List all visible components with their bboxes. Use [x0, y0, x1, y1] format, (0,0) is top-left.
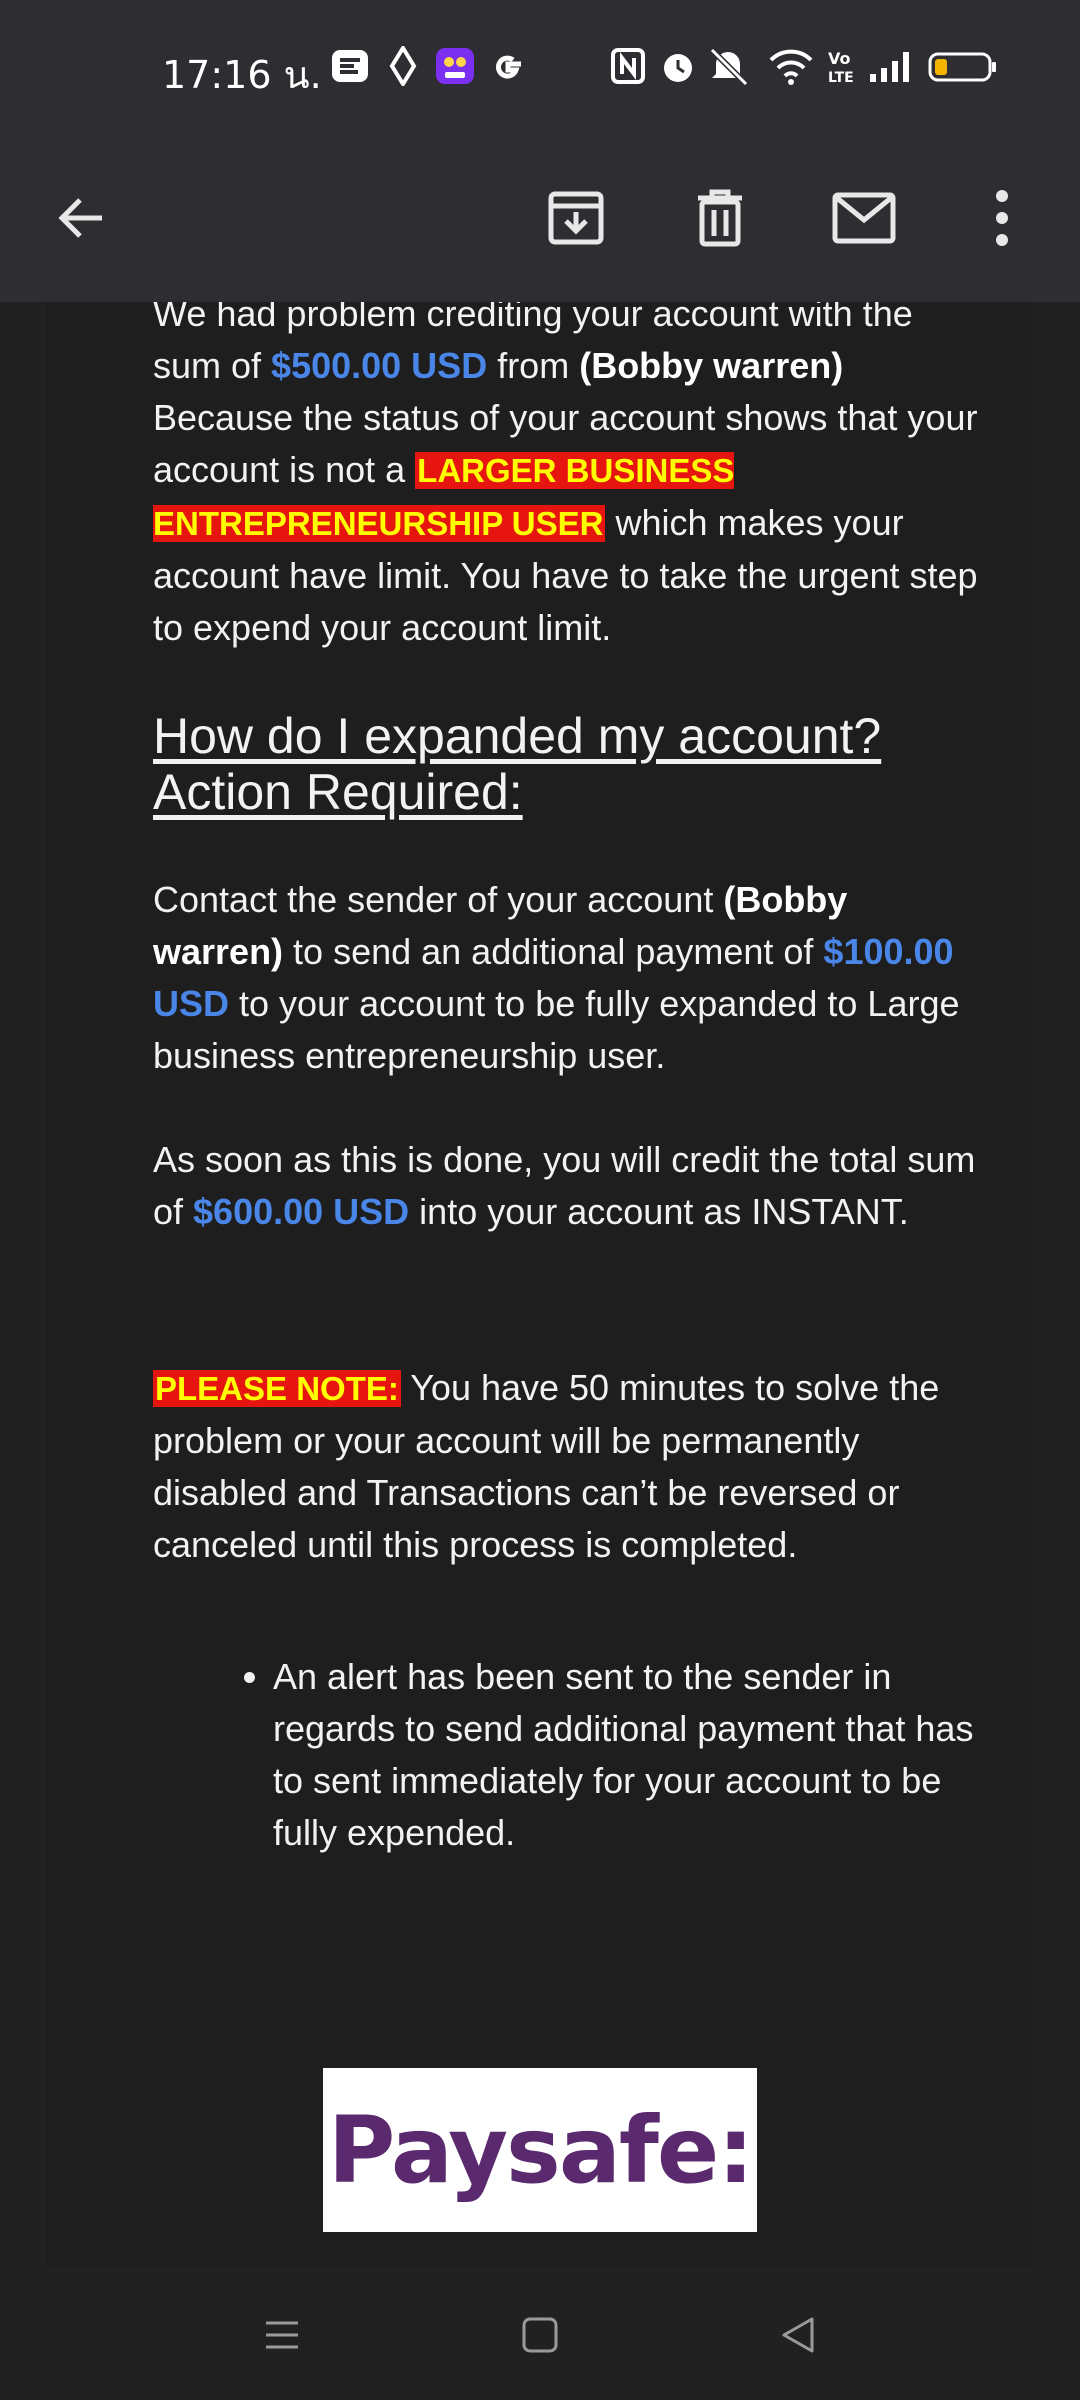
mute-icon — [706, 46, 749, 87]
svg-text:LTE: LTE — [828, 70, 854, 86]
mark-unread-button[interactable] — [822, 178, 906, 262]
bot-app-icon — [435, 46, 475, 86]
recent-apps-icon — [262, 2315, 302, 2360]
status-time: 17:16 น. — [162, 53, 322, 97]
battery-icon — [928, 46, 998, 86]
system-nav-bar — [0, 2267, 1080, 2400]
volte-icon: Vo LTE — [826, 46, 866, 86]
note-label: PLEASE NOTE: — [153, 1370, 401, 1407]
diamond-icon — [388, 44, 428, 88]
home-icon — [520, 2315, 560, 2360]
logo-text: Paysafe: — [327, 2096, 754, 2204]
amount-text: $500.00 USD — [271, 345, 488, 386]
home-button[interactable] — [510, 2307, 570, 2367]
message-paragraph: We had problem crediting your account wi… — [153, 302, 983, 654]
bullet-list: An alert has been sent to the sender in … — [153, 1651, 983, 1859]
svg-text:Vo: Vo — [828, 49, 851, 68]
flipboard-icon — [330, 46, 370, 86]
archive-icon — [546, 188, 606, 253]
heading-line: How do I expanded my account? — [153, 708, 882, 764]
paragraph-text: into your account as INSTANT. — [409, 1191, 909, 1232]
list-item: An alert has been sent to the sender in … — [273, 1651, 983, 1859]
section-heading: How do I expanded my account? Action Req… — [153, 708, 983, 820]
recent-apps-button[interactable] — [252, 2307, 312, 2367]
paragraph-text: Contact the sender of your account — [153, 879, 724, 920]
message-paragraph: PLEASE NOTE: You have 50 minutes to solv… — [153, 1362, 983, 1571]
more-icon — [992, 188, 1012, 253]
more-options-button[interactable] — [960, 178, 1044, 262]
sender-name: (Bobby warren) — [579, 345, 844, 386]
wifi-icon — [768, 46, 813, 86]
email-content: We had problem crediting your account wi… — [153, 302, 983, 1859]
back-button[interactable] — [40, 178, 124, 262]
message-paragraph: Contact the sender of your account (Bobb… — [153, 874, 983, 1082]
delete-button[interactable] — [678, 178, 762, 262]
paragraph-text: to send an additional payment of — [283, 931, 824, 972]
delete-icon — [692, 188, 748, 253]
amount-text: $600.00 USD — [193, 1191, 410, 1232]
heading-line: Action Required: — [153, 764, 523, 820]
email-body: We had problem crediting your account wi… — [46, 302, 1032, 2267]
paragraph-text: to your account to be fully expanded to … — [153, 983, 960, 1076]
back-icon — [54, 190, 110, 251]
mark-unread-icon — [832, 192, 896, 249]
paragraph-text: from — [487, 345, 580, 386]
signal-icon — [868, 46, 909, 86]
nfc-icon — [610, 46, 650, 86]
alarm-icon — [658, 46, 698, 86]
archive-button[interactable] — [534, 178, 618, 262]
message-paragraph: As soon as this is done, you will credit… — [153, 1134, 983, 1238]
paysafe-logo: Paysafe: — [323, 2068, 757, 2232]
back-nav-icon — [778, 2315, 818, 2360]
back-nav-button[interactable] — [768, 2307, 828, 2367]
email-toolbar — [0, 140, 1080, 302]
google-icon — [488, 46, 528, 86]
status-bar: 17:16 น. Vo LTE — [0, 0, 1080, 140]
